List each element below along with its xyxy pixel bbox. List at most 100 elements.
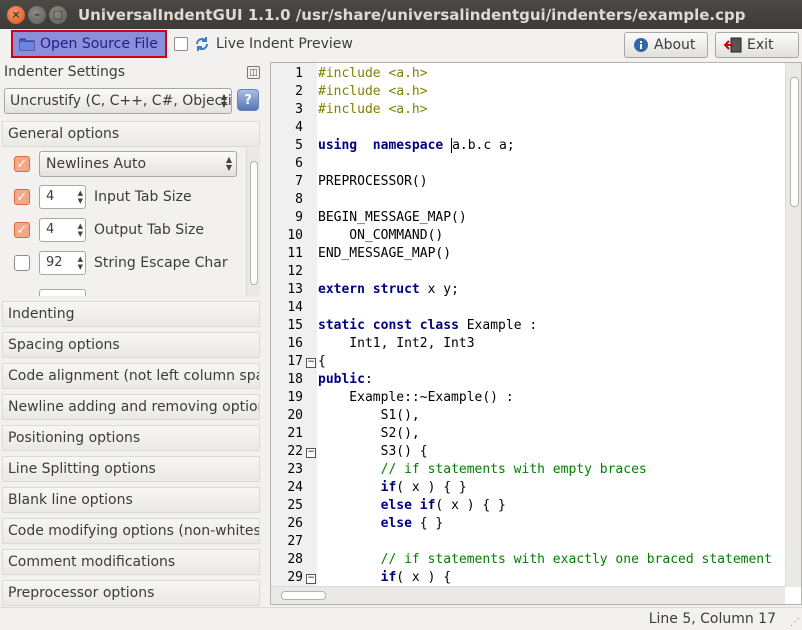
exit-button[interactable]: Exit: [715, 32, 799, 58]
category-line-splitting-options[interactable]: Line Splitting options: [2, 456, 260, 482]
code-line[interactable]: S3() {: [318, 444, 428, 459]
code-line[interactable]: #include <a.h>: [318, 102, 428, 117]
category-indenting[interactable]: Indenting: [2, 301, 260, 327]
category-code-modifying-options[interactable]: Code modifying options (non-whitespace): [2, 518, 260, 544]
option-string-escape-char: 92 ▲ ▼ String Escape Char: [2, 249, 242, 277]
code-token: // if statements with empty braces: [380, 462, 647, 477]
category-positioning-options[interactable]: Positioning options: [2, 425, 260, 451]
line-number: 12: [287, 264, 303, 279]
undock-icon[interactable]: ◫: [247, 66, 260, 79]
line-number: 13: [287, 282, 303, 297]
category-code-alignment[interactable]: Code alignment (not left column spaces/t…: [2, 363, 260, 389]
code-line[interactable]: static const class Example :: [318, 318, 537, 333]
line-number: 19: [287, 390, 303, 405]
code-line[interactable]: public:: [318, 372, 373, 387]
partial-spinbox[interactable]: [39, 289, 86, 296]
code-line[interactable]: extern struct x y;: [318, 282, 459, 297]
code-token: static: [318, 318, 365, 333]
minimize-window-button[interactable]: –: [28, 5, 46, 24]
indenter-settings-panel: Indenter Settings ◫ Uncrustify (C, C++, …: [0, 61, 266, 606]
fold-toggle-icon[interactable]: −: [306, 448, 316, 458]
maximize-window-button[interactable]: □: [49, 5, 67, 24]
code-line[interactable]: #include <a.h>: [318, 66, 428, 81]
input-tab-size-spinbox[interactable]: 4 ▲ ▼: [39, 185, 86, 209]
option-newlines: ✓ Newlines Auto ▲ ▼: [2, 150, 242, 178]
category-preprocessor-options[interactable]: Preprocessor options: [2, 580, 260, 606]
open-source-file-button[interactable]: Open Source File: [11, 30, 167, 58]
code-editor[interactable]: 1 2 3 4 5 6 7 8 9 10 11 12 13 14 15 16 17−18 19 20 21 22−23 2…: [270, 62, 802, 605]
category-spacing-options[interactable]: Spacing options: [2, 332, 260, 358]
code-line[interactable]: {: [318, 354, 326, 369]
code-token: if: [419, 498, 436, 513]
category-label: Line Splitting options: [8, 461, 156, 477]
spin-arrows-icon[interactable]: ▲ ▼: [78, 189, 83, 205]
editor-vertical-scrollbar[interactable]: [785, 63, 801, 587]
indenter-help-button[interactable]: ?: [237, 89, 259, 111]
close-window-button[interactable]: ×: [7, 5, 25, 24]
spin-arrows-icon[interactable]: ▲ ▼: [78, 222, 83, 238]
line-number: 23: [287, 462, 303, 477]
line-number: 15: [287, 318, 303, 333]
live-indent-preview-checkbox[interactable]: [174, 37, 188, 51]
live-indent-preview-toggle[interactable]: Live Indent Preview: [174, 36, 353, 52]
about-label: About: [654, 37, 696, 53]
code-line[interactable]: #include <a.h>: [318, 84, 428, 99]
code-line[interactable]: PREPROCESSOR(): [318, 174, 428, 189]
input-tab-size-checkbox[interactable]: ✓: [14, 189, 30, 205]
status-bar: Line 5, Column 17 ⋰: [0, 607, 802, 630]
code-line[interactable]: S1(),: [318, 408, 420, 423]
code-line[interactable]: else if( x ) { }: [318, 498, 506, 513]
newlines-select[interactable]: Newlines Auto ▲ ▼: [39, 151, 237, 177]
line-number: 5: [295, 138, 303, 153]
code-line[interactable]: if( x ) {: [318, 570, 451, 585]
fold-toggle-icon[interactable]: −: [306, 574, 316, 584]
output-tab-size-checkbox[interactable]: ✓: [14, 222, 30, 238]
folder-icon: [19, 37, 35, 51]
spin-arrows-icon[interactable]: ▲ ▼: [78, 255, 83, 271]
scrollbar-thumb[interactable]: [281, 591, 326, 600]
code-line[interactable]: // if statements with exactly one braced…: [318, 552, 772, 567]
category-label: Blank line options: [8, 492, 133, 508]
code-line[interactable]: ON_COMMAND(): [318, 228, 443, 243]
code-line[interactable]: Example::~Example() :: [318, 390, 513, 405]
code-token: else: [380, 498, 412, 513]
scrollbar-thumb[interactable]: [250, 161, 258, 285]
line-number: 11: [287, 246, 303, 261]
code-token: x y;: [419, 282, 459, 297]
scrollbar-thumb[interactable]: [790, 77, 799, 207]
indenter-select[interactable]: Uncrustify (C, C++, C#, Objective-C, D, …: [4, 88, 232, 114]
code-token: namespace: [372, 138, 444, 153]
category-comment-modifications[interactable]: Comment modifications: [2, 549, 260, 575]
string-escape-char-spinbox[interactable]: 92 ▲ ▼: [39, 251, 86, 275]
category-blank-line-options[interactable]: Blank line options: [2, 487, 260, 513]
resize-grip-icon[interactable]: ⋰: [790, 617, 800, 628]
code-line[interactable]: else { }: [318, 516, 444, 531]
code-line[interactable]: BEGIN_MESSAGE_MAP(): [318, 210, 467, 225]
code-line[interactable]: if( x ) { }: [318, 480, 467, 495]
line-number: 26: [287, 516, 303, 531]
output-tab-size-spinbox[interactable]: 4 ▲ ▼: [39, 218, 86, 242]
line-number: 1: [295, 66, 303, 81]
general-options-scrollbar[interactable]: [246, 148, 260, 296]
string-escape-char-checkbox[interactable]: [14, 255, 30, 271]
code-line[interactable]: END_MESSAGE_MAP(): [318, 246, 451, 261]
category-newline-options[interactable]: Newline adding and removing options: [2, 394, 260, 420]
fold-toggle-icon[interactable]: −: [306, 358, 316, 368]
editor-horizontal-scrollbar[interactable]: [271, 586, 785, 604]
about-button[interactable]: About: [624, 32, 708, 58]
newlines-checkbox[interactable]: ✓: [14, 156, 30, 172]
minimize-icon: –: [34, 8, 40, 21]
code-token: const: [372, 318, 412, 333]
exit-icon: [724, 37, 742, 53]
line-number: 17: [287, 354, 303, 369]
option-input-tab-size: ✓ 4 ▲ ▼ Input Tab Size: [2, 183, 242, 211]
code-line[interactable]: Int1, Int2, Int3: [318, 336, 474, 351]
code-line[interactable]: using namespace a.b.c a;: [318, 138, 515, 153]
code-line[interactable]: // if statements with empty braces: [318, 462, 647, 477]
code-token: ( x ) { }: [396, 480, 467, 495]
code-line[interactable]: S2(),: [318, 426, 420, 441]
category-general-options[interactable]: General options: [2, 121, 260, 147]
